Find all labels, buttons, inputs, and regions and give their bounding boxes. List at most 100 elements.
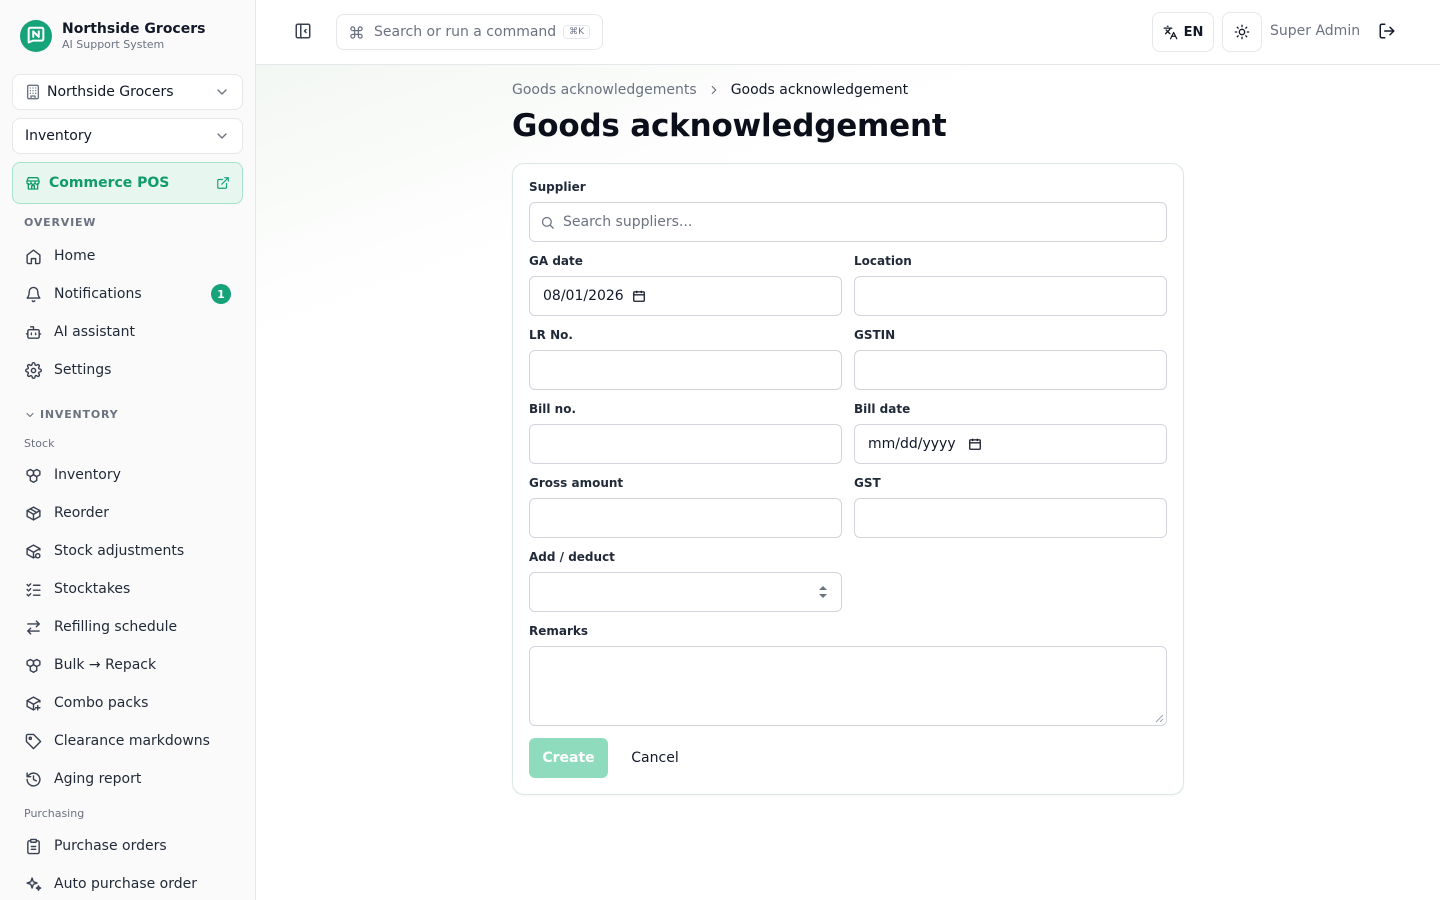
theme-toggle-button[interactable] (1222, 12, 1262, 52)
module-select-value: Inventory (25, 128, 92, 144)
resize-handle-icon[interactable] (1155, 714, 1164, 723)
cancel-button[interactable]: Cancel (623, 738, 687, 778)
sidebar-item-stock-adjustments[interactable]: Stock adjustments (12, 534, 243, 568)
sidebar-item-aging-report[interactable]: Aging report (12, 762, 243, 796)
command-shortcut-hint: ⌘K (563, 25, 590, 39)
brand-logo-icon (20, 20, 52, 52)
remarks-label: Remarks (529, 624, 589, 638)
sidebar-item-clearance-markdowns[interactable]: Clearance markdowns (12, 724, 243, 758)
location-input[interactable] (854, 276, 1167, 316)
ga-date-label: GA date (529, 254, 583, 268)
commerce-pos-label: Commerce POS (49, 175, 170, 191)
sidebar-item-label: Home (54, 248, 96, 264)
clipboard-icon (24, 837, 42, 855)
bill-date-input[interactable]: mm/dd/yyyy (854, 424, 1167, 464)
sidebar-item-label: Settings (54, 362, 112, 378)
calendar-icon[interactable] (968, 437, 982, 451)
arrows-swap-icon (24, 618, 42, 636)
overview-section-label: OVERVIEW (24, 216, 97, 229)
location-label: Location (854, 254, 912, 268)
package-cog-icon (24, 542, 42, 560)
inventory-section-toggle[interactable]: INVENTORY (24, 408, 118, 421)
bell-icon (24, 285, 42, 303)
sidebar-item-ai-assistant[interactable]: AI assistant (12, 315, 243, 349)
gross-amount-input[interactable] (529, 498, 842, 538)
lr-no-input[interactable] (529, 350, 842, 390)
package-icon (24, 504, 42, 522)
bill-date-placeholder: mm/dd/yyyy (868, 436, 956, 452)
sidebar-item-label: Reorder (54, 505, 110, 521)
sidebar-item-reorder[interactable]: Reorder (12, 496, 243, 530)
package-plus-icon (24, 694, 42, 712)
supplier-search-placeholder: Search suppliers... (563, 214, 693, 230)
remarks-textarea[interactable] (529, 646, 1167, 726)
command-icon (349, 25, 364, 40)
home-icon (24, 247, 42, 265)
user-name[interactable]: Super Admin (1270, 23, 1360, 39)
gstin-label: GSTIN (854, 328, 896, 342)
tag-icon (24, 732, 42, 750)
notification-count-badge: 1 (211, 284, 231, 304)
brand-subtitle: AI Support System (62, 38, 165, 51)
bill-date-label: Bill date (854, 402, 911, 416)
breadcrumb-parent-link[interactable]: Goods acknowledgements (512, 82, 697, 98)
supplier-search-input[interactable]: Search suppliers... (529, 202, 1167, 242)
sidebar-item-label: Inventory (54, 467, 121, 483)
sidebar-item-notifications[interactable]: Notifications 1 (12, 277, 243, 311)
org-select[interactable]: Northside Grocers (12, 74, 243, 110)
sidebar-item-label: Refilling schedule (54, 619, 178, 635)
language-label: EN (1183, 24, 1204, 40)
create-button[interactable]: Create (529, 738, 608, 778)
chevron-down-icon (24, 409, 36, 421)
chevron-right-icon (707, 83, 721, 97)
breadcrumb: Goods acknowledgements Goods acknowledge… (512, 82, 908, 98)
command-search-placeholder: Search or run a command (374, 24, 557, 40)
goods-acknowledgement-form: Supplier Search suppliers... GA date 08/… (512, 163, 1184, 795)
sidebar-item-combo-packs[interactable]: Combo packs (12, 686, 243, 720)
sidebar-item-refilling-schedule[interactable]: Refilling schedule (12, 610, 243, 644)
gstin-input[interactable] (854, 350, 1167, 390)
top-bar: Search or run a command ⌘K EN Super Admi… (256, 0, 1440, 65)
sidebar-item-label: Notifications (54, 286, 142, 302)
logout-icon[interactable] (1378, 22, 1398, 42)
external-link-icon (216, 176, 230, 190)
module-select[interactable]: Inventory (12, 118, 243, 154)
sidebar-toggle-icon[interactable] (294, 22, 314, 42)
org-select-value: Northside Grocers (47, 84, 174, 100)
ga-date-input[interactable]: 08/01/2026 (529, 276, 842, 316)
select-arrows-icon (818, 584, 828, 600)
sidebar-item-inventory[interactable]: Inventory (12, 458, 243, 492)
list-checks-icon (24, 580, 42, 598)
building-icon (25, 84, 41, 100)
sidebar-item-stocktakes[interactable]: Stocktakes (12, 572, 243, 606)
sidebar-item-auto-purchase-order[interactable]: Auto purchase order (12, 867, 243, 900)
sidebar-item-label: Combo packs (54, 695, 149, 711)
calendar-icon[interactable] (632, 289, 646, 303)
gst-input[interactable] (854, 498, 1167, 538)
sidebar-item-settings[interactable]: Settings (12, 353, 243, 387)
gear-icon (24, 361, 42, 379)
ga-date-value: 08/01/2026 (543, 288, 624, 304)
purchasing-group-label: Purchasing (24, 807, 85, 820)
command-search[interactable]: Search or run a command ⌘K (336, 14, 603, 50)
stock-group-label: Stock (24, 437, 55, 450)
sidebar-item-purchase-orders[interactable]: Purchase orders (12, 829, 243, 863)
sun-icon (1234, 24, 1250, 40)
supplier-label: Supplier (529, 180, 586, 194)
language-button[interactable]: EN (1152, 12, 1214, 52)
boxes-icon (24, 656, 42, 674)
bill-no-input[interactable] (529, 424, 842, 464)
sidebar-item-bulk-repack[interactable]: Bulk → Repack (12, 648, 243, 682)
sidebar-item-label: Aging report (54, 771, 142, 787)
brand[interactable]: Northside Grocers AI Support System (20, 20, 205, 52)
bot-icon (24, 323, 42, 341)
search-icon (540, 215, 555, 230)
chevron-down-icon (214, 128, 230, 144)
add-deduct-select[interactable] (529, 572, 842, 612)
commerce-pos-button[interactable]: Commerce POS (12, 162, 243, 204)
sidebar-item-home[interactable]: Home (12, 239, 243, 273)
add-deduct-label: Add / deduct (529, 550, 615, 564)
sparkles-icon (24, 875, 42, 893)
sidebar-item-label: Purchase orders (54, 838, 167, 854)
gst-label: GST (854, 476, 881, 490)
